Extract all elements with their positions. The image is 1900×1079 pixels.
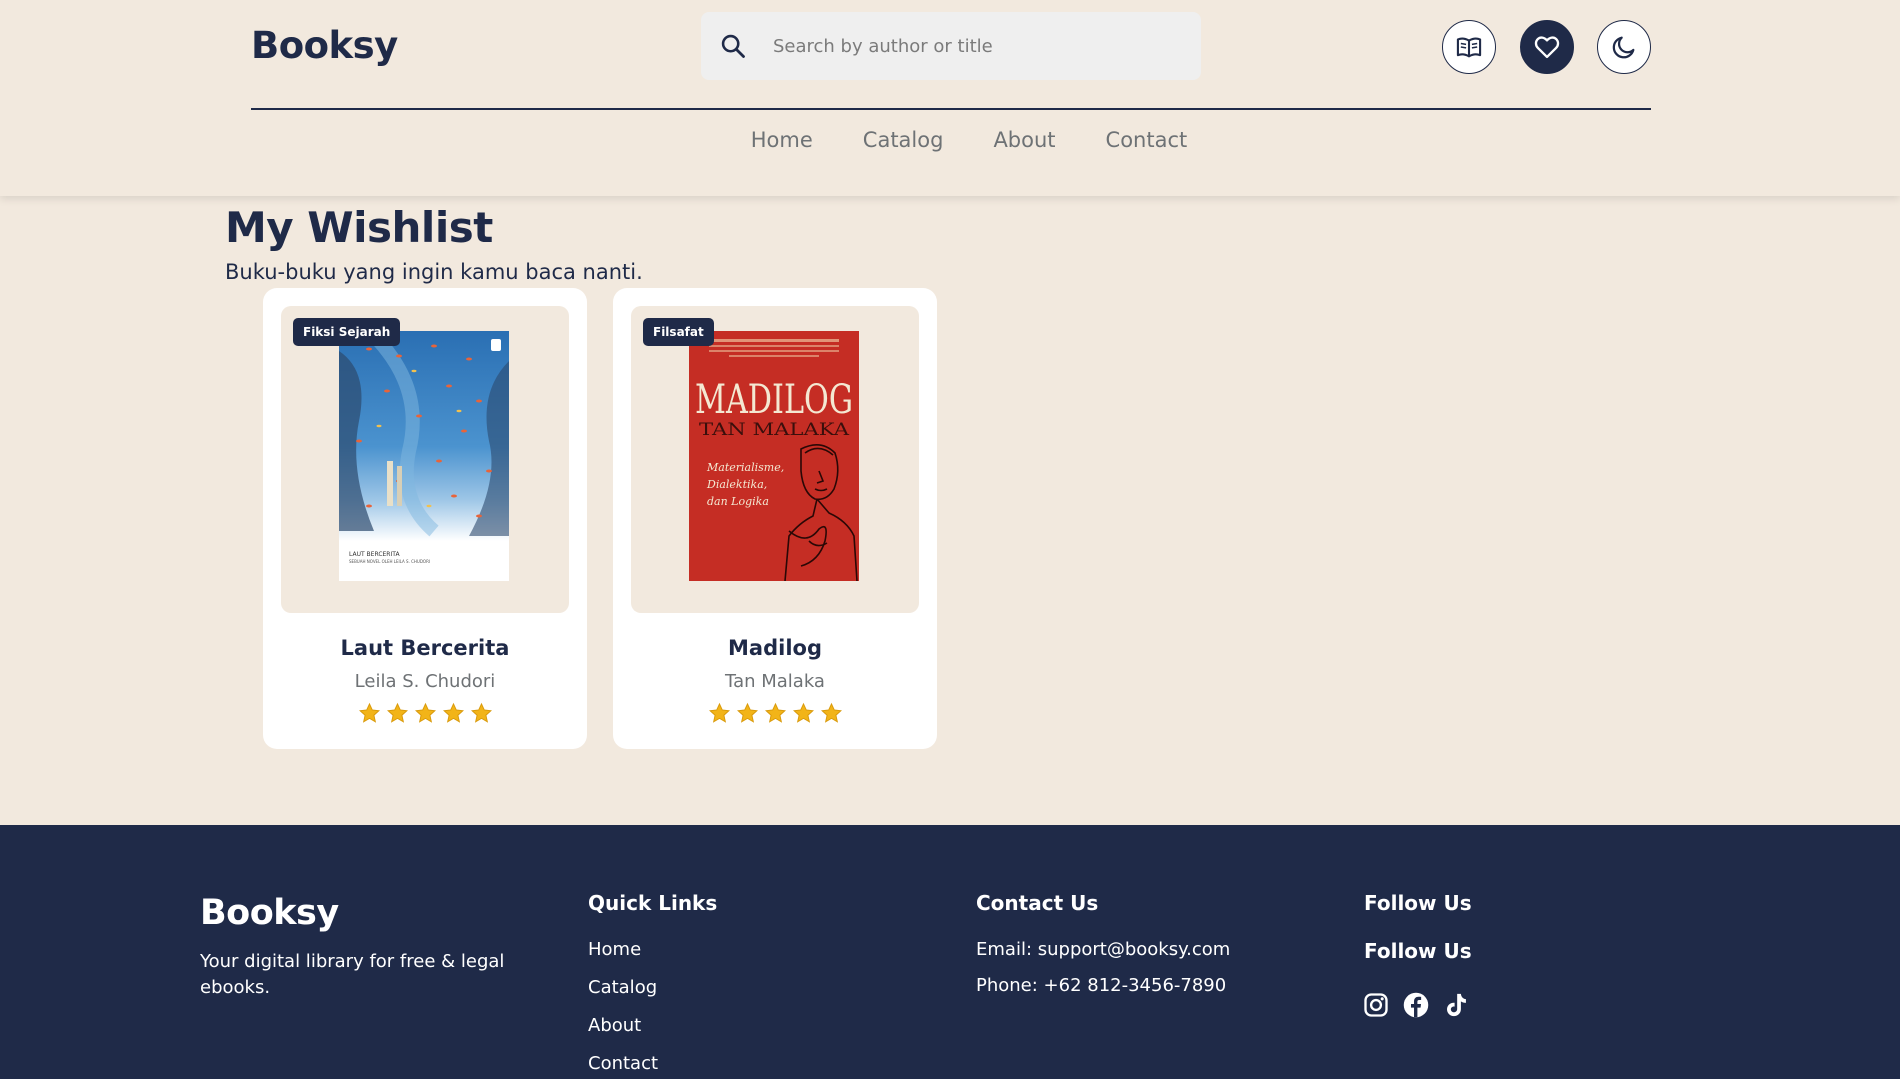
instagram-icon[interactable] <box>1362 991 1390 1019</box>
brand-logo[interactable]: Booksy <box>251 24 398 67</box>
nav-catalog[interactable]: Catalog <box>863 128 944 162</box>
footer-brand: Booksy <box>200 893 339 933</box>
book-title[interactable]: Laut Bercerita <box>263 636 587 660</box>
site-header: Booksy Home Catalog About Contact <box>0 0 1900 196</box>
page-title: My Wishlist <box>225 203 493 252</box>
follow-heading-secondary: Follow Us <box>1364 939 1472 963</box>
svg-text:Materialisme,: Materialisme, <box>706 461 784 474</box>
cover-title-text: MADILOG <box>695 377 853 423</box>
nav-contact[interactable]: Contact <box>1106 128 1188 162</box>
nav-home[interactable]: Home <box>751 128 813 162</box>
book-author: Tan Malaka <box>725 671 825 692</box>
nav-about[interactable]: About <box>993 128 1055 162</box>
library-button[interactable] <box>1442 20 1496 74</box>
star-rating <box>613 702 937 725</box>
book-cover-image[interactable]: MADILOG TAN MALAKA Materialisme, Dialekt… <box>689 331 859 581</box>
book-card[interactable]: Filsafat MADILOG TAN MALAKA Materialisme… <box>613 288 937 749</box>
genre-badge: Fiksi Sejarah <box>293 318 401 346</box>
header-divider <box>251 108 1651 110</box>
footer-link-catalog[interactable]: Catalog <box>588 977 657 998</box>
cover-title-text: LAUT BERCERITA <box>349 551 400 558</box>
page-subtitle: Buku-buku yang ingin kamu baca nanti. <box>225 260 643 284</box>
cover-author-text: SEBUAH NOVEL OLEH LEILA S. CHUDORI <box>349 559 430 564</box>
theme-toggle-button[interactable] <box>1597 20 1651 74</box>
wishlist-button[interactable] <box>1520 20 1574 74</box>
book-cover-image[interactable]: LAUT BERCERITA SEBUAH NOVEL OLEH LEILA S… <box>339 331 509 581</box>
book-cover-container: Fiksi Sejarah LAUT BERCERITA SEBUAH NOVE… <box>281 306 569 613</box>
star-icon <box>386 702 408 723</box>
moon-icon <box>1612 36 1635 59</box>
star-icon <box>414 702 436 723</box>
tiktok-icon[interactable] <box>1442 991 1470 1019</box>
genre-badge: Filsafat <box>643 318 714 346</box>
footer-link-about[interactable]: About <box>588 1015 641 1036</box>
star-icon <box>792 702 814 723</box>
site-footer: Booksy Your digital library for free & l… <box>0 825 1900 1079</box>
star-icon <box>442 702 464 723</box>
contact-phone: Phone: +62 812-3456-7890 <box>976 975 1227 996</box>
star-icon <box>470 702 492 723</box>
footer-tagline: Your digital library for free & legal eb… <box>200 951 505 998</box>
svg-text:dan Logika: dan Logika <box>707 495 769 508</box>
search-bar[interactable] <box>701 12 1201 80</box>
svg-text:Dialektika,: Dialektika, <box>706 478 767 491</box>
contact-heading: Contact Us <box>976 891 1099 915</box>
footer-link-home[interactable]: Home <box>588 939 641 960</box>
star-icon <box>820 702 842 723</box>
main-nav: Home Catalog About Contact <box>0 128 1900 162</box>
star-icon <box>358 702 380 723</box>
book-author: Leila S. Chudori <box>354 671 496 692</box>
heart-icon <box>1534 36 1560 59</box>
book-title[interactable]: Madilog <box>613 636 937 660</box>
search-icon[interactable] <box>719 32 747 60</box>
footer-link-contact[interactable]: Contact <box>588 1053 658 1074</box>
book-cover-container: Filsafat MADILOG TAN MALAKA Materialisme… <box>631 306 919 613</box>
star-rating <box>263 702 587 725</box>
book-card[interactable]: Fiksi Sejarah LAUT BERCERITA SEBUAH NOVE… <box>263 288 587 749</box>
star-icon <box>736 702 758 723</box>
facebook-icon[interactable] <box>1402 991 1430 1019</box>
follow-heading: Follow Us <box>1364 891 1472 915</box>
star-icon <box>708 702 730 723</box>
contact-email: Email: support@booksy.com <box>976 939 1231 960</box>
star-icon <box>764 702 786 723</box>
cover-author-text: TAN MALAKA <box>699 420 850 440</box>
search-input[interactable] <box>773 26 1173 66</box>
book-open-icon <box>1456 37 1482 58</box>
quick-links-heading: Quick Links <box>588 891 718 915</box>
